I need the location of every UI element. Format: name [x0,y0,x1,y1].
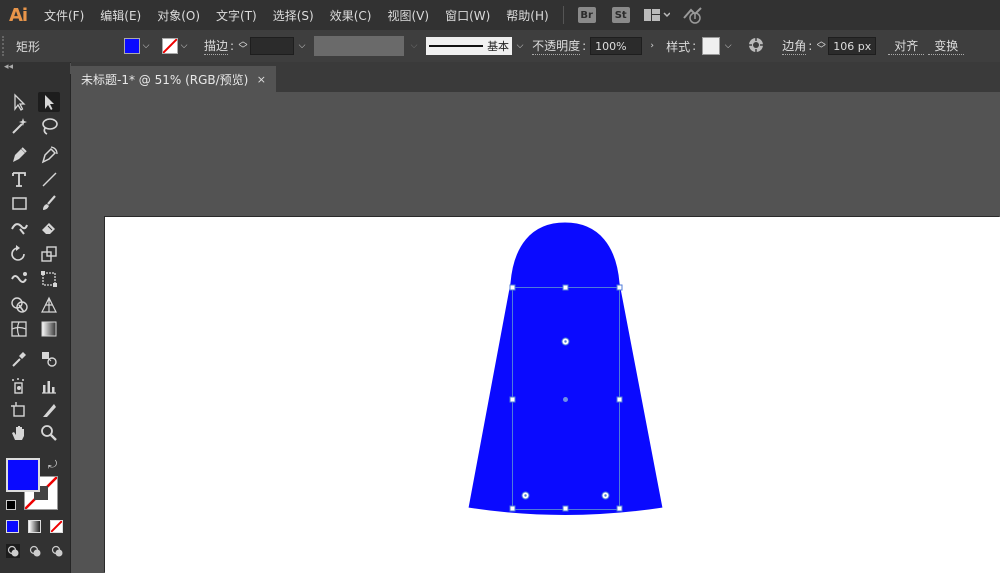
hand-tool-icon[interactable] [8,423,30,443]
menu-file[interactable]: 文件(F) [36,7,92,24]
rectangle-tool-icon[interactable] [8,193,30,213]
menu-select[interactable]: 选择(S) [265,7,322,24]
corner-radius-stepper[interactable]: ︿ ﹀ [816,38,826,55]
brush-definition-preview[interactable]: 基本 [426,37,513,55]
zoom-tool-icon[interactable] [38,423,60,443]
type-tool-icon[interactable] [8,169,30,189]
object-type-label: 矩形 [16,39,41,54]
menu-separator [562,6,564,24]
opacity-input[interactable]: 100% [590,37,643,55]
stroke-weight-input[interactable] [250,37,295,55]
paintbrush-icon[interactable] [38,193,60,213]
lasso-icon[interactable] [38,116,60,136]
perspective-grid-icon[interactable] [38,295,60,315]
toolbar-header: ◂◂ [0,62,70,74]
menu-window[interactable]: 窗口(W) [437,7,498,24]
rotate-tool-icon[interactable] [8,244,30,264]
artwork-canvas [467,221,664,516]
brush-name: 基本 [487,40,510,53]
selected-shape[interactable] [467,221,664,516]
none-mode-button[interactable] [50,520,63,533]
stroke-weight-label[interactable]: 描边 [204,37,229,55]
style-label: 样式 [666,39,691,54]
mesh-tool-icon[interactable] [8,319,30,339]
curvature-tool-icon[interactable] [38,144,60,164]
chevron-down-icon[interactable]: ⌵ [514,41,526,51]
free-transform-icon[interactable] [38,269,60,289]
chevron-down-icon[interactable]: ⌵ [140,41,152,51]
menu-effect[interactable]: 效果(C) [322,7,380,24]
artboard-tool-icon[interactable] [8,400,30,420]
stroke-weight-stepper[interactable]: ︿ ﹀ [238,38,248,55]
scale-tool-icon[interactable] [38,244,60,264]
gradient-tool-icon[interactable] [38,319,60,339]
close-tab-icon[interactable]: × [257,73,266,86]
symbol-sprayer-icon[interactable] [8,376,30,396]
gpu-performance-icon[interactable] [682,6,704,24]
color-mode-row [6,520,66,534]
graphic-style-swatch[interactable] [702,37,721,55]
gradient-mode-button[interactable] [28,520,41,533]
swap-fill-stroke-icon[interactable]: ⤾ [48,458,57,472]
artboard[interactable] [105,217,1000,573]
line-tool-icon[interactable] [38,169,60,189]
corner-radius-input[interactable]: 106 px [828,37,877,55]
chevron-down-icon[interactable]: ⌵ [296,41,308,51]
center-point [563,397,568,402]
shape-builder-icon[interactable] [8,295,30,315]
fill-color-swatch[interactable] [124,38,140,54]
draw-normal-icon[interactable] [6,544,20,558]
control-bar-grip[interactable] [2,36,10,56]
chevron-right-icon[interactable]: › [646,41,658,51]
app-logo: Ai [8,4,28,26]
tools-panel: ⤾ [0,74,71,573]
document-tab[interactable]: 未标题-1* @ 51% (RGB/预览) × [71,66,276,92]
menu-object[interactable]: 对象(O) [149,7,208,24]
warp-tool-icon[interactable] [8,269,30,289]
magic-wand-icon[interactable] [8,116,30,136]
slice-tool-icon[interactable] [38,400,60,420]
pen-tool-icon[interactable] [8,144,30,164]
fill-swatch-large[interactable] [6,458,40,492]
default-fill-stroke-icon[interactable] [6,500,16,510]
control-bar: 矩形 ⌵ ⌵ 描边 : ︿ ﹀ ⌵ ⌵ 基本 ⌵ 不透明度 : 100% › 样式… [0,30,1000,63]
blend-tool-icon[interactable] [38,349,60,369]
bridge-button[interactable]: Br [577,7,596,23]
chevron-down-icon[interactable]: ⌵ [408,41,420,51]
menu-type[interactable]: 文字(T) [208,7,265,24]
menu-help[interactable]: 帮助(H) [498,7,556,24]
selection-tool-icon[interactable] [8,92,30,112]
stock-button[interactable]: St [611,7,630,23]
document-tab-bar: 未标题-1* @ 51% (RGB/预览) × [71,62,1000,92]
color-mode-button[interactable] [6,520,19,533]
variable-width-profile[interactable] [314,36,405,56]
menu-edit[interactable]: 编辑(E) [92,7,149,24]
document-tab-title: 未标题-1* @ 51% (RGB/预览) [81,72,249,87]
eyedropper-icon[interactable] [8,349,30,369]
corner-radius-label[interactable]: 边角 [782,37,807,55]
draw-behind-icon[interactable] [28,544,42,558]
chevron-down-icon[interactable]: ⌵ [178,41,190,51]
chevron-down-icon[interactable]: ⌵ [722,41,734,51]
draw-mode-row [6,544,66,560]
workspace-layout-icon[interactable] [643,8,670,22]
align-button[interactable]: 对齐 [888,37,925,55]
collapse-panel-icon[interactable]: ◂◂ [4,62,13,72]
menu-view[interactable]: 视图(V) [379,7,437,24]
opacity-label[interactable]: 不透明度 [532,37,581,55]
menu-bar: Ai 文件(F) 编辑(E) 对象(O) 文字(T) 选择(S) 效果(C) 视… [0,0,1000,30]
direct-selection-tool-icon[interactable] [38,92,60,112]
draw-inside-icon[interactable] [50,544,64,558]
recolor-artwork-icon[interactable] [748,37,764,56]
transform-button[interactable]: 变换 [928,37,965,55]
graph-tool-icon[interactable] [38,376,60,396]
fill-stroke-widget[interactable]: ⤾ [6,458,64,514]
shaper-tool-icon[interactable] [8,217,30,237]
stroke-color-swatch[interactable] [162,38,178,54]
eraser-icon[interactable] [38,217,60,237]
